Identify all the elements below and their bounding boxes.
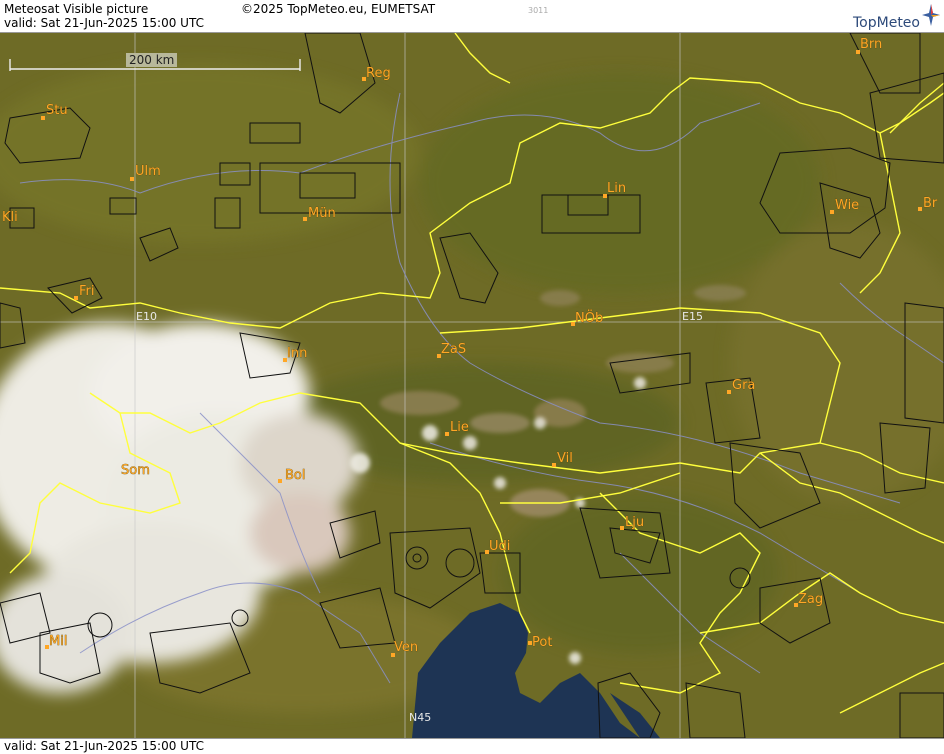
grid-label-e10: E10	[136, 310, 157, 323]
city-label-zag: Zag	[798, 592, 823, 607]
city-label-inn: Inn	[287, 346, 307, 361]
city-label-br: Br	[923, 196, 938, 211]
topmeteo-logo[interactable]: TopMeteo	[853, 15, 920, 31]
grid-label-n45: N45	[409, 711, 431, 724]
city-label-reg: Reg	[366, 66, 391, 81]
map-canvas: E10 E15 N45 Reg Brn Stu Ulm Lin Wie Br K…	[0, 33, 944, 738]
valid-time-top: valid: Sat 21-Jun-2025 15:00 UTC	[4, 16, 204, 30]
city-label-som: Som	[121, 463, 150, 478]
city-label-lin: Lin	[607, 181, 626, 196]
city-label-ven: Ven	[394, 640, 418, 655]
city-label-fri: Fri	[79, 284, 95, 299]
city-label-pot: Pot	[532, 635, 552, 650]
city-label-gra: Gra	[732, 378, 755, 393]
scale-label: 200 km	[126, 53, 178, 67]
city-label-nob: NÖb	[575, 309, 603, 326]
city-label-lju: Lju	[625, 515, 644, 530]
city-label-stu: Stu	[46, 103, 68, 118]
footer-bar: valid: Sat 21-Jun-2025 15:00 UTC	[0, 738, 944, 754]
city-label-ulm: Ulm	[135, 164, 161, 179]
city-label-wie: Wie	[835, 198, 859, 213]
city-label-kli: Kli	[2, 210, 18, 225]
map-title: Meteosat Visible picture	[4, 2, 149, 16]
city-label-bol: Bol	[285, 468, 305, 483]
copyright-text: ©2025 TopMeteo.eu, EUMETSAT	[241, 2, 436, 16]
city-label-udi: Udi	[489, 539, 510, 554]
city-label-brn: Brn	[860, 37, 882, 52]
grid-label-e15: E15	[682, 310, 703, 323]
header-bar: Meteosat Visible picture ©2025 TopMeteo.…	[0, 0, 944, 33]
product-code: 3011	[528, 6, 549, 15]
city-label-zas: ZaS	[441, 342, 466, 357]
satellite-map[interactable]: E10 E15 N45 Reg Brn Stu Ulm Lin Wie Br K…	[0, 33, 944, 738]
logo-star-icon	[922, 4, 940, 26]
valid-time-bottom: valid: Sat 21-Jun-2025 15:00 UTC	[4, 739, 204, 753]
city-label-vil: Vil	[557, 451, 573, 466]
city-label-mil: Mil	[49, 634, 67, 649]
city-label-mun: Mün	[308, 206, 336, 221]
city-label-lie: Lie	[450, 420, 469, 435]
